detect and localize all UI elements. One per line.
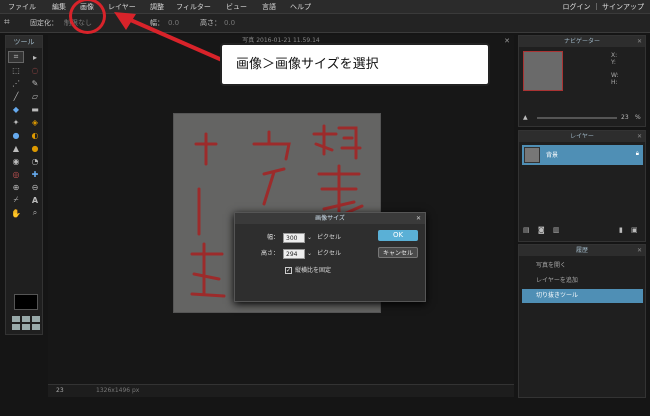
constrain-label: 縦横比を固定 <box>295 267 332 274</box>
dialog-width-unit: ピクセル <box>317 234 342 241</box>
dialog-height-label: 高さ： <box>261 250 280 257</box>
history-item[interactable]: 写真を開く <box>522 259 643 273</box>
layer-lock-icon: 🔒︎ <box>635 150 639 157</box>
instruction-callout: 画像＞画像サイズを選択 <box>220 43 490 86</box>
pinch-tool-icon[interactable]: ⊖ <box>27 181 43 193</box>
clone-tool-icon[interactable]: ✦ <box>8 116 24 128</box>
dialog-header: 画像サイズ ✕ <box>235 213 425 224</box>
menu-file[interactable]: ファイル <box>8 0 36 14</box>
height-unit-dropdown-icon[interactable]: ⌄ <box>307 250 312 257</box>
document-close-icon[interactable]: ✕ <box>504 35 510 47</box>
image-dimensions: 1326x1496 px <box>96 387 140 394</box>
pencil-tool-icon[interactable]: ✎ <box>27 77 43 89</box>
coord-y: Y: <box>611 59 616 66</box>
ok-button[interactable]: OK <box>378 230 418 241</box>
gradient-tool-icon[interactable]: ▬ <box>27 103 43 115</box>
width-unit-dropdown-icon[interactable]: ⌄ <box>307 234 312 241</box>
dialog-height-unit: ピクセル <box>317 250 342 257</box>
navigator-zoom-value[interactable]: 23 <box>621 114 629 121</box>
tools-panel: ツール ⌗ ▸ ⬚ ◌ ⋰ ✎ ╱ ▱ ◆ ▬ ✦ ◈ ● ◐ ▲ ● ◉ ◔ … <box>5 35 43 335</box>
menu-help[interactable]: ヘルプ <box>290 0 311 14</box>
dodge-tool-icon[interactable]: ◔ <box>27 155 43 167</box>
navigator-zoom-unit: % <box>635 114 641 121</box>
history-header: 履歴 ✕ <box>519 245 645 256</box>
view-modes[interactable] <box>12 316 40 330</box>
wand-tool-icon[interactable]: ⋰ <box>8 77 24 89</box>
dialog-width-label: 幅： <box>267 234 280 241</box>
history-panel: 履歴 ✕ 写真を開く レイヤーを追加 切り抜きツール <box>518 244 646 398</box>
drop-tool-icon[interactable]: ● <box>8 129 24 141</box>
dialog-title: 画像サイズ <box>315 215 345 222</box>
zoom-value[interactable]: 23 <box>56 385 64 397</box>
photo-editor-window: ファイル 編集 画像 レイヤー 調整 フィルター ビュー 言語 ヘルプ ログイン… <box>0 0 650 416</box>
color-swatch[interactable] <box>14 294 38 310</box>
layer-thumbnail <box>524 147 540 163</box>
smudge-tool-icon[interactable]: ◐ <box>27 129 43 141</box>
zoom-tool-icon[interactable]: ⌕ <box>27 207 43 219</box>
navigator-header: ナビゲーター ✕ <box>519 36 645 47</box>
navigator-thumbnail[interactable] <box>523 51 563 91</box>
navigator-close-icon[interactable]: ✕ <box>637 36 642 47</box>
layer-name: 背景 <box>546 152 559 159</box>
navigator-coords: X: Y: W: H: <box>611 52 619 86</box>
blur-tool-icon[interactable]: ● <box>27 142 43 154</box>
layers-header: レイヤー ✕ <box>519 131 645 142</box>
dialog-close-icon[interactable]: ✕ <box>416 213 421 224</box>
text-tool-icon[interactable]: A <box>27 194 43 206</box>
navigator-zoom-bar: ▲ 23 % <box>523 114 643 122</box>
coord-x: X: <box>611 52 618 59</box>
fixed-label: 固定化： <box>30 19 58 27</box>
sponge-tool-icon[interactable]: ◉ <box>8 155 24 167</box>
brush-tool-icon[interactable]: ╱ <box>8 90 24 102</box>
layer-item[interactable]: 背景 🔒︎ <box>522 145 643 165</box>
marquee-tool-icon[interactable]: ⬚ <box>8 64 24 76</box>
spot-heal-tool-icon[interactable]: ✚ <box>27 168 43 180</box>
layers-title: レイヤー <box>570 133 594 140</box>
zoom-slider[interactable] <box>537 117 617 119</box>
dialog-width-input[interactable]: 300 <box>283 233 305 243</box>
move-tool-icon[interactable]: ▸ <box>27 51 43 63</box>
layer-mask-icon[interactable]: ◙ <box>538 226 545 234</box>
hand-tool-icon[interactable]: ✋ <box>8 207 24 219</box>
login-signup-link[interactable]: ログイン ｜ サインアップ <box>563 0 644 14</box>
menu-language[interactable]: 言語 <box>262 0 276 14</box>
layer-adjust-icon[interactable]: ▥ <box>553 226 560 234</box>
dialog-height-input[interactable]: 294 <box>283 249 305 259</box>
menu-edit[interactable]: 編集 <box>52 0 66 14</box>
history-item[interactable]: レイヤーを追加 <box>522 274 643 288</box>
crop-icon: ⌗ <box>4 17 10 28</box>
lasso-tool-icon[interactable]: ◌ <box>27 64 43 76</box>
history-title: 履歴 <box>575 247 588 254</box>
status-bar: 23 1326x1496 px <box>48 384 514 397</box>
history-item-selected[interactable]: 切り抜きツール <box>522 289 643 303</box>
bloat-tool-icon[interactable]: ⊕ <box>8 181 24 193</box>
layers-panel: レイヤー ✕ 背景 🔒︎ ▤ ◙ ▥ ▮ ▣ <box>518 130 646 242</box>
layer-style-icon[interactable]: ▤ <box>523 226 530 234</box>
delete-layer-icon[interactable]: ▣ <box>631 226 638 234</box>
layer-actions: ▤ ◙ ▥ ▮ ▣ <box>523 226 641 236</box>
navigator-panel: ナビゲーター ✕ X: Y: W: H: ▲ 23 % <box>518 35 646 127</box>
color-replace-tool-icon[interactable]: ◈ <box>27 116 43 128</box>
picker-tool-icon[interactable]: ⌿ <box>8 194 24 206</box>
crop-tool-icon[interactable]: ⌗ <box>8 51 24 63</box>
fill-tool-icon[interactable]: ◆ <box>8 103 24 115</box>
layers-close-icon[interactable]: ✕ <box>637 131 642 142</box>
image-size-dialog: 画像サイズ ✕ 幅： 300 ⌄ ピクセル 高さ： 294 ⌄ ピクセル OK … <box>234 212 426 302</box>
coord-h: H: <box>611 79 618 86</box>
eraser-tool-icon[interactable]: ▱ <box>27 90 43 102</box>
redeye-tool-icon[interactable]: ◎ <box>8 168 24 180</box>
history-close-icon[interactable]: ✕ <box>637 245 642 256</box>
tools-header: ツール <box>6 36 42 48</box>
sharpen-tool-icon[interactable]: ▲ <box>8 142 24 154</box>
cancel-button[interactable]: キャンセル <box>378 247 418 258</box>
annotation-arrow <box>114 12 223 62</box>
constrain-checkbox[interactable]: ✓ <box>285 267 292 274</box>
coord-w: W: <box>611 72 619 79</box>
zoom-out-icon[interactable]: ▲ <box>523 114 528 121</box>
navigator-title: ナビゲーター <box>563 38 600 45</box>
new-layer-icon[interactable]: ▮ <box>619 226 623 234</box>
